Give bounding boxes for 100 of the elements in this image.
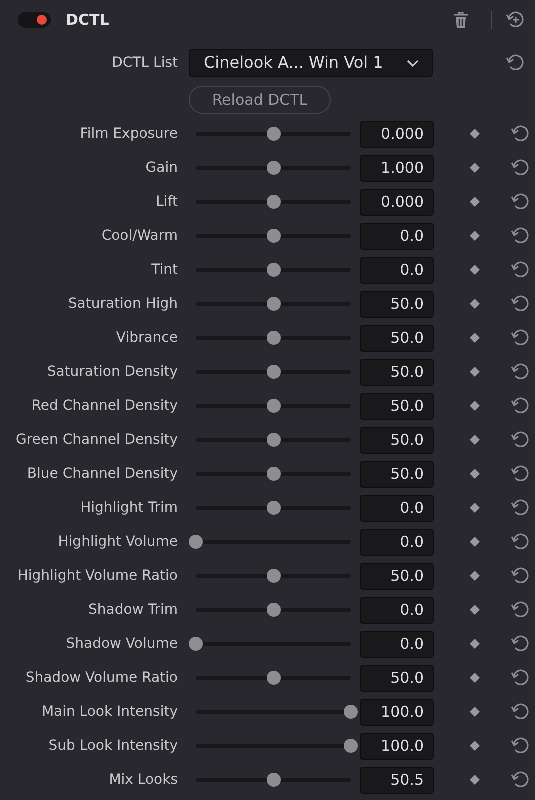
keyframe-icon[interactable] bbox=[469, 774, 481, 786]
parameter-label: Highlight Volume bbox=[57, 532, 178, 552]
value-field[interactable]: 0.0 bbox=[360, 222, 434, 250]
keyframe-icon[interactable] bbox=[469, 468, 481, 480]
parameter-label: Film Exposure bbox=[79, 124, 178, 144]
value-field[interactable]: 50.0 bbox=[360, 562, 434, 590]
parameter-label: Green Channel Density bbox=[15, 430, 178, 450]
value-field[interactable]: 100.0 bbox=[360, 732, 434, 760]
reset-icon[interactable] bbox=[510, 158, 530, 178]
panel-title: DCTL bbox=[66, 10, 110, 31]
field-label: DCTL List bbox=[111, 54, 178, 72]
slider-thumb[interactable] bbox=[266, 263, 280, 277]
reset-icon[interactable] bbox=[505, 53, 525, 73]
slider-thumb[interactable] bbox=[266, 501, 280, 515]
reset-icon[interactable] bbox=[510, 668, 530, 688]
keyframe-icon[interactable] bbox=[469, 298, 481, 310]
value-field[interactable]: 50.0 bbox=[360, 358, 434, 386]
reset-icon[interactable] bbox=[510, 600, 530, 620]
parameter-label: Cool/Warm bbox=[100, 226, 178, 246]
chevron-down-icon bbox=[406, 58, 420, 68]
reset-icon[interactable] bbox=[510, 532, 530, 552]
keyframe-icon[interactable] bbox=[469, 128, 481, 140]
value-field[interactable]: 0.000 bbox=[360, 188, 434, 216]
slider-thumb[interactable] bbox=[189, 637, 203, 651]
value-field[interactable]: 50.5 bbox=[360, 766, 434, 794]
slider-thumb[interactable] bbox=[344, 705, 358, 719]
reset-icon[interactable] bbox=[510, 328, 530, 348]
value-field[interactable]: 0.0 bbox=[360, 528, 434, 556]
slider-thumb[interactable] bbox=[266, 297, 280, 311]
parameter-label: Shadow Volume Ratio bbox=[24, 668, 178, 688]
reset-icon[interactable] bbox=[510, 260, 530, 280]
reset-icon[interactable] bbox=[510, 192, 530, 212]
slider-thumb[interactable] bbox=[266, 603, 280, 617]
keyframe-icon[interactable] bbox=[469, 638, 481, 650]
keyframe-icon[interactable] bbox=[469, 570, 481, 582]
keyframe-icon[interactable] bbox=[469, 706, 481, 718]
keyframe-icon[interactable] bbox=[469, 536, 481, 548]
keyframe-icon[interactable] bbox=[469, 366, 481, 378]
value-field[interactable]: 0.0 bbox=[360, 630, 434, 658]
value-field[interactable]: 0.0 bbox=[360, 494, 434, 522]
reset-icon[interactable] bbox=[510, 566, 530, 586]
value-field[interactable]: 50.0 bbox=[360, 290, 434, 318]
value-field[interactable]: 1.000 bbox=[360, 154, 434, 182]
reset-icon[interactable] bbox=[510, 396, 530, 416]
slider-thumb[interactable] bbox=[266, 399, 280, 413]
parameter-label: Tint bbox=[150, 260, 178, 280]
keyframe-icon[interactable] bbox=[469, 434, 481, 446]
dctl-dropdown[interactable]: Cinelook A... Win Vol 1 bbox=[189, 49, 433, 77]
value-field[interactable]: 50.0 bbox=[360, 426, 434, 454]
value-field[interactable]: 0.000 bbox=[360, 120, 434, 148]
slider-thumb[interactable] bbox=[266, 229, 280, 243]
slider-thumb[interactable] bbox=[266, 365, 280, 379]
slider-thumb[interactable] bbox=[189, 535, 203, 549]
parameter-label: Saturation Density bbox=[46, 362, 178, 382]
slider-thumb[interactable] bbox=[266, 195, 280, 209]
reset-icon[interactable] bbox=[510, 124, 530, 144]
value-field[interactable]: 50.0 bbox=[360, 324, 434, 352]
parameter-label: Sub Look Intensity bbox=[48, 736, 178, 756]
slider-thumb[interactable] bbox=[344, 739, 358, 753]
slider-thumb[interactable] bbox=[266, 467, 280, 481]
slider-thumb[interactable] bbox=[266, 569, 280, 583]
value-field[interactable]: 50.0 bbox=[360, 664, 434, 692]
reset-icon[interactable] bbox=[510, 226, 530, 246]
trash-icon[interactable] bbox=[453, 11, 469, 29]
slider-thumb[interactable] bbox=[267, 773, 282, 787]
reset-icon[interactable] bbox=[510, 736, 530, 756]
slider-thumb[interactable] bbox=[266, 433, 280, 447]
reset-icon[interactable] bbox=[510, 498, 530, 518]
slider-thumb[interactable] bbox=[266, 331, 280, 345]
slider-thumb[interactable] bbox=[266, 161, 280, 175]
parameter-label: Mix Looks bbox=[108, 770, 178, 790]
reset-icon[interactable] bbox=[510, 634, 530, 654]
keyframe-icon[interactable] bbox=[469, 196, 481, 208]
enable-toggle[interactable] bbox=[18, 12, 51, 28]
value-field[interactable]: 0.0 bbox=[360, 596, 434, 624]
value-field[interactable]: 50.0 bbox=[360, 460, 434, 488]
slider-thumb[interactable] bbox=[266, 127, 280, 141]
slider-thumb[interactable] bbox=[266, 671, 280, 685]
keyframe-icon[interactable] bbox=[469, 672, 481, 684]
reset-icon[interactable] bbox=[510, 702, 530, 722]
reset-icon[interactable] bbox=[510, 770, 530, 790]
keyframe-icon[interactable] bbox=[469, 264, 481, 276]
keyframe-icon[interactable] bbox=[469, 162, 481, 174]
value-field[interactable]: 50.0 bbox=[360, 392, 434, 420]
keyframe-icon[interactable] bbox=[469, 332, 481, 344]
value-field[interactable]: 0.0 bbox=[360, 256, 434, 284]
parameter-label: Lift bbox=[155, 192, 178, 212]
parameter-label: Highlight Trim bbox=[80, 498, 178, 518]
keyframe-icon[interactable] bbox=[469, 400, 481, 412]
value-field[interactable]: 100.0 bbox=[360, 698, 434, 726]
keyframe-icon[interactable] bbox=[469, 230, 481, 242]
keyframe-icon[interactable] bbox=[469, 740, 481, 752]
keyframe-icon[interactable] bbox=[469, 604, 481, 616]
reset-icon[interactable] bbox=[510, 430, 530, 450]
reset-icon[interactable] bbox=[510, 294, 530, 314]
reload-button[interactable]: Reload DCTL bbox=[189, 86, 331, 114]
reset-icon[interactable] bbox=[510, 464, 530, 484]
reset-add-icon[interactable] bbox=[505, 10, 525, 30]
keyframe-icon[interactable] bbox=[469, 502, 481, 514]
reset-icon[interactable] bbox=[510, 362, 530, 382]
